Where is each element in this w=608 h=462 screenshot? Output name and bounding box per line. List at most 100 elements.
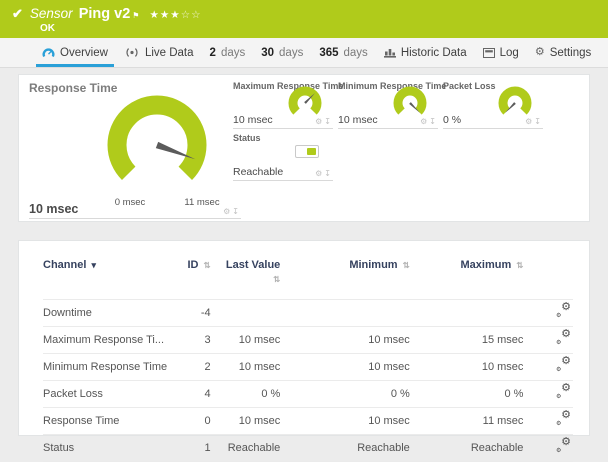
tab-log[interactable]: Log (475, 38, 527, 67)
channel-settings-icon[interactable]: ⚙ ⚙ (556, 355, 571, 373)
sensor-status-badge: OK (40, 23, 55, 34)
channel-settings-icon[interactable]: ⚙ ⚙ (556, 436, 571, 454)
tab-number: 30 (261, 46, 275, 59)
stars-empty: ☆☆ (180, 9, 202, 21)
pin-icon[interactable]: ↧ (232, 207, 241, 216)
cell-id: 3 (167, 325, 211, 353)
tab-settings[interactable]: ⚙ Settings (527, 38, 599, 67)
sort-desc-icon[interactable]: ▾ (91, 260, 96, 270)
sort-icon[interactable]: ⇅ (204, 260, 211, 270)
cell-last: Reachable (210, 433, 281, 461)
pin-icon[interactable]: ↧ (324, 117, 333, 126)
cell-min: 10 msec (280, 406, 410, 434)
pin-icon[interactable]: ↧ (429, 117, 438, 126)
table-row[interactable]: Minimum Response Time 2 10 msec 10 msec 10 m… (43, 352, 573, 380)
gear-icon: ⚙ (534, 46, 545, 58)
table-row[interactable]: Status 1 Reachable Reachable Reachable ⚙ ⚙ (43, 433, 573, 461)
gear-icon[interactable]: ⚙ (315, 169, 324, 178)
status-title: Status (233, 133, 261, 143)
cell-actions: ⚙ ⚙ (523, 433, 573, 461)
tab-number: 2 (209, 46, 216, 59)
column-label: Minimum (349, 259, 398, 271)
sensor-header: ✔ Sensor Ping v2 ⚑ ★★★☆☆ OK (0, 0, 608, 38)
tab-label: days (343, 46, 368, 59)
channel-settings-icon[interactable]: ⚙ ⚙ (556, 301, 571, 319)
gear-icon[interactable]: ⚙ (420, 117, 429, 126)
table-row[interactable]: Maximum Response Ti... 3 10 msec 10 msec 15 … (43, 325, 573, 353)
packet-loss-panel: Packet Loss 0 % ⚙↧ (443, 81, 543, 129)
pin-icon[interactable]: ↧ (534, 117, 543, 126)
cell-max: 15 msec (409, 325, 524, 353)
cell-min: 10 msec (280, 325, 410, 353)
column-header-channel[interactable]: Channel ▾ (43, 253, 167, 299)
cell-actions: ⚙ ⚙ (523, 325, 573, 353)
tab-live-data[interactable]: Live Data (116, 38, 202, 67)
cell-id: 1 (167, 433, 211, 461)
tab-label: Live Data (144, 46, 194, 59)
table-row[interactable]: Response Time 0 10 msec 10 msec 11 msec ⚙ ⚙ (43, 406, 573, 434)
column-header-id[interactable]: ID ⇅ (167, 253, 211, 299)
table-header-row: Channel ▾ ID ⇅ Last Value ⇅ Minimum ⇅ Ma… (43, 253, 573, 299)
response-time-panel: Response Time 0 msec 11 msec 10 msec ⚙↧ (29, 81, 241, 219)
channel-settings-icon[interactable]: ⚙ ⚙ (556, 382, 571, 400)
tab-label: Settings (549, 46, 592, 59)
sort-icon[interactable]: ⇅ (516, 260, 523, 270)
flag-icon[interactable]: ⚑ (132, 11, 139, 20)
tab-2-days[interactable]: 2 days (202, 38, 254, 67)
cell-actions: ⚙ ⚙ (523, 379, 573, 407)
table-row[interactable]: Downtime -4 ⚙ ⚙ (43, 298, 573, 326)
cell-max: 10 msec (409, 352, 524, 380)
cell-last: 10 msec (210, 406, 281, 434)
channel-settings-icon[interactable]: ⚙ ⚙ (556, 328, 571, 346)
cell-channel: Packet Loss (43, 379, 168, 407)
gauge-icon (42, 47, 55, 58)
cell-actions: ⚙ ⚙ (523, 406, 573, 434)
minimum-response-time-value: 10 msec (338, 114, 378, 126)
response-time-value: 10 msec (29, 202, 79, 216)
tab-30-days[interactable]: 30 days (253, 38, 311, 67)
packet-loss-value: 0 % (443, 114, 462, 126)
ok-check-icon: ✔ (12, 6, 23, 21)
cell-last: 10 msec (210, 325, 281, 353)
gear-icon[interactable]: ⚙ (315, 117, 324, 126)
gear-icon[interactable]: ⚙ (525, 117, 534, 126)
channel-settings-icon[interactable]: ⚙ ⚙ (556, 409, 571, 427)
channel-table-card: Channel ▾ ID ⇅ Last Value ⇅ Minimum ⇅ Ma… (18, 240, 590, 462)
tab-label: days (279, 46, 304, 59)
tab-365-days[interactable]: 365 days (311, 38, 375, 67)
table-row[interactable]: Packet Loss 4 0 % 0 % 0 % ⚙ ⚙ (43, 379, 573, 407)
tab-historic-data[interactable]: Historic Data (376, 38, 475, 67)
column-label: Last Value (225, 259, 281, 271)
column-header-minimum[interactable]: Minimum ⇅ (280, 253, 409, 299)
priority-stars[interactable]: ★★★☆☆ (149, 9, 201, 21)
cell-min: 0 % (280, 379, 410, 407)
cell-min (280, 298, 410, 326)
cell-channel: Maximum Response Ti... (43, 325, 168, 353)
status-panel: Status Reachable ⚙↧ (233, 133, 333, 181)
column-header-maximum[interactable]: Maximum ⇅ (410, 253, 523, 299)
cell-last (210, 298, 281, 326)
chart-icon (383, 47, 396, 58)
minimum-response-time-panel: Minimum Response Time 10 msec ⚙↧ (338, 81, 446, 129)
column-header-actions (523, 253, 573, 299)
overview-gauges-card: Response Time 0 msec 11 msec 10 msec ⚙↧ … (18, 74, 590, 222)
cell-max: 11 msec (409, 406, 524, 434)
pin-icon[interactable]: ↧ (324, 169, 333, 178)
maximum-response-time-panel: Maximum Response Time 10 msec ⚙↧ (233, 81, 343, 129)
log-icon (482, 47, 495, 58)
cell-min: 10 msec (280, 352, 410, 380)
response-time-gauge (107, 95, 207, 180)
gear-icon[interactable]: ⚙ (223, 207, 232, 216)
cell-id: 2 (167, 352, 211, 380)
column-header-last-value[interactable]: Last Value ⇅ (211, 253, 281, 299)
cell-actions: ⚙ ⚙ (523, 352, 573, 380)
cell-channel: Downtime (43, 298, 168, 326)
status-toggle-knob (307, 148, 316, 155)
sensor-title: Ping v2 (78, 6, 131, 22)
sort-icon[interactable]: ⇅ (273, 274, 280, 284)
tab-bar: Overview Live Data 2 days 30 days 365 days Histo… (0, 38, 608, 68)
tab-overview[interactable]: Overview (34, 38, 116, 67)
status-value: Reachable (233, 166, 284, 178)
sort-icon[interactable]: ⇅ (403, 260, 410, 270)
stars-filled: ★★★ (149, 9, 181, 21)
